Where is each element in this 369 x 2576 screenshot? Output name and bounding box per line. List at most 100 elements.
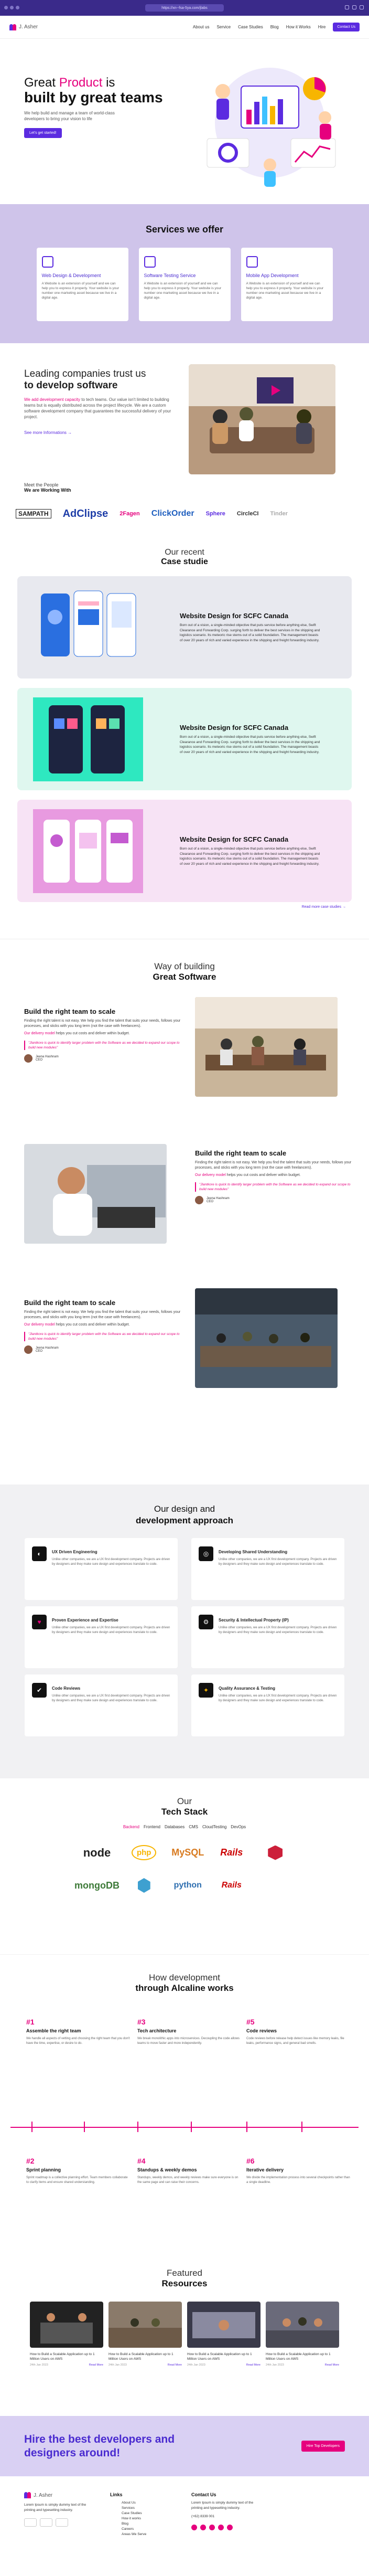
hire-developers-button[interactable]: Hire Top Developers (301, 2441, 345, 2452)
case-mockup-phones (33, 809, 143, 893)
quality-icon: ✦ (199, 1683, 213, 1698)
window-controls[interactable] (4, 6, 19, 9)
hero-illustration (207, 68, 336, 187)
footer-contact-text: Lorem Ipsum is simply dummy text of the … (191, 2501, 254, 2510)
service-card-mobile[interactable]: Mobile App Development A Website is an e… (241, 248, 333, 321)
rails-logo: Rails (220, 1847, 243, 1858)
php-logo: php (131, 1845, 157, 1860)
nav-link-hire[interactable]: Hire (318, 25, 326, 29)
footer-link-case-studies[interactable]: Case Studies (122, 2511, 146, 2516)
nav-link-case-studies[interactable]: Case Studies (238, 25, 263, 29)
contact-us-button[interactable]: Contact Us (333, 23, 360, 31)
design-title: Our design and development approach (0, 1503, 369, 1526)
instagram-icon[interactable] (209, 2525, 215, 2530)
hero-section: Great Product is built by great teams We… (0, 39, 369, 204)
get-started-button[interactable]: Let's get started! (24, 128, 62, 138)
wob-p2-accent: Our delivery model (24, 1032, 55, 1035)
step-desc: We break monolithic apps into microservi… (137, 2037, 240, 2045)
web-dev-icon (41, 256, 53, 268)
nav-link-blog[interactable]: Blog (270, 25, 279, 29)
ux-icon: ◐ (32, 1546, 47, 1561)
nav-link-how-it-works[interactable]: How it Works (286, 25, 311, 29)
resource-card[interactable]: How to Build a Scalable Application up t… (108, 2302, 182, 2367)
approach-desc: Unlike other companies, we are a UX firs… (52, 1626, 170, 1634)
twitter-icon[interactable] (200, 2525, 206, 2530)
facebook-icon[interactable] (191, 2525, 197, 2530)
process-step: #5 Code reviews Code reviews before releas… (246, 2018, 351, 2045)
footer-phone[interactable]: (+62) 8339 001 (191, 2514, 265, 2519)
wob-quote: "Jlantkore is quick to identify larger p… (24, 1332, 181, 1341)
step-number: #2 (26, 2157, 35, 2165)
case-card[interactable]: Website Design for SCFC Canada Born out … (17, 800, 352, 902)
avatar (24, 1345, 32, 1354)
tab-frontend[interactable]: Frontend (144, 1825, 160, 1829)
youtube-icon[interactable] (227, 2525, 233, 2530)
read-more-link[interactable]: Read More (89, 2363, 103, 2367)
service-card-web[interactable]: Web Design & Development A Website is an… (36, 248, 128, 321)
services-section: Services we offer Web Design & Developme… (0, 204, 369, 343)
footer-link-services[interactable]: Services (122, 2506, 146, 2511)
footer-link-blog[interactable]: Blog (122, 2521, 146, 2527)
footer-link-how-it-works[interactable]: How it works (122, 2516, 146, 2521)
hero-title-accent: Product (59, 76, 103, 90)
wob-p2-rest: helps you cut costs and deliver within b… (225, 1173, 301, 1177)
nav-link-about[interactable]: About us (193, 25, 210, 29)
case-card-title: Website Design for SCFC Canada (180, 835, 289, 843)
step-title: Standups & weekly demos (137, 2167, 197, 2172)
partner-logo: ClickOrder (151, 509, 194, 518)
wob-p2-rest: helps you cut costs and deliver within b… (55, 1032, 130, 1035)
case-card-desc: Born out of a vision, a single-minded ob… (180, 847, 320, 866)
wob-author: Jeena Hashnam CEO (24, 1054, 181, 1063)
wob-block-title: Build the right team to scale (24, 1008, 116, 1015)
resource-card[interactable]: How to Build a Scalable Application up t… (266, 2302, 339, 2367)
case-card[interactable]: Website Design for SCFC Canada Born out … (17, 688, 352, 790)
case-mockup-phones (41, 590, 136, 656)
read-more-link[interactable]: Read More (168, 2363, 182, 2367)
wob-author: Jeena Hashnam CEO (195, 1196, 352, 1204)
case-card[interactable]: Website Design for SCFC Canada Born out … (17, 576, 352, 679)
brand-logo[interactable]: J. Asher (9, 24, 38, 30)
read-more-case-studies-link[interactable]: Read more case studies → (0, 905, 346, 909)
trust-title-line2: to develop software (24, 380, 118, 391)
resource-date: 24th Jan 2023 (108, 2363, 127, 2367)
tab-backend[interactable]: Backend (123, 1825, 139, 1829)
partner-logo: SAMPATH (16, 509, 51, 518)
resource-card[interactable]: How to Build a Scalable Application up t… (187, 2302, 261, 2367)
footer-logo[interactable]: J. Asher (24, 2492, 92, 2498)
approach-desc: Unlike other companies, we are a UX firs… (219, 1694, 337, 1702)
how-subtitle: How development (148, 1973, 221, 1983)
linkedin-icon[interactable] (218, 2525, 224, 2530)
developer-photo (24, 1144, 167, 1244)
footer-link-careers[interactable]: Careers (122, 2527, 146, 2532)
partners-heading-2: We are Working With (24, 487, 71, 493)
logo-icon (24, 2492, 31, 2498)
design-approach-section: Our design and development approach ◐ UX D… (0, 1485, 369, 1778)
wob-p2-accent: Our delivery model (195, 1173, 226, 1177)
resource-title: How to Build a Scalable Application up t… (108, 2352, 173, 2361)
address-bar[interactable]: https://xn--fsa-5ya.com/jlabs (145, 4, 224, 12)
step-desc: Code reviews before release help detect … (246, 2037, 344, 2045)
tab-cloud-testing[interactable]: CloudTesting (202, 1825, 226, 1829)
security-icon: ⚙ (199, 1615, 213, 1629)
read-more-link[interactable]: Read More (325, 2363, 339, 2367)
step-title: Sprint planning (26, 2167, 61, 2172)
approach-title: Code Reviews (52, 1686, 81, 1691)
browser-actions[interactable] (345, 5, 364, 9)
footer-badges (24, 2518, 92, 2527)
open-office-photo (195, 1288, 338, 1388)
tab-databases[interactable]: Databases (165, 1825, 184, 1829)
service-card-testing[interactable]: Software Testing Service A Website is an… (138, 248, 231, 321)
logo-icon (9, 24, 17, 30)
service-title: Software Testing Service (144, 273, 196, 278)
tab-devops[interactable]: DevOps (231, 1825, 246, 1829)
nav-link-service[interactable]: Service (216, 25, 231, 29)
footer-link-areas[interactable]: Areas We Serve (122, 2532, 146, 2537)
social-links (191, 2525, 265, 2530)
mongodb-logo: mongoDB (74, 1880, 120, 1891)
approach-card: ✦ Quality Assurance & Testing Unlike other… (191, 1674, 344, 1736)
resource-card[interactable]: How to Build a Scalable Application up t… (30, 2302, 103, 2367)
read-more-link[interactable]: Read More (246, 2363, 261, 2367)
tab-cms[interactable]: CMS (189, 1825, 198, 1829)
footer-link-about[interactable]: About Us (122, 2500, 146, 2506)
how-it-works-section: How development through Alcaline works #… (0, 1954, 369, 2264)
